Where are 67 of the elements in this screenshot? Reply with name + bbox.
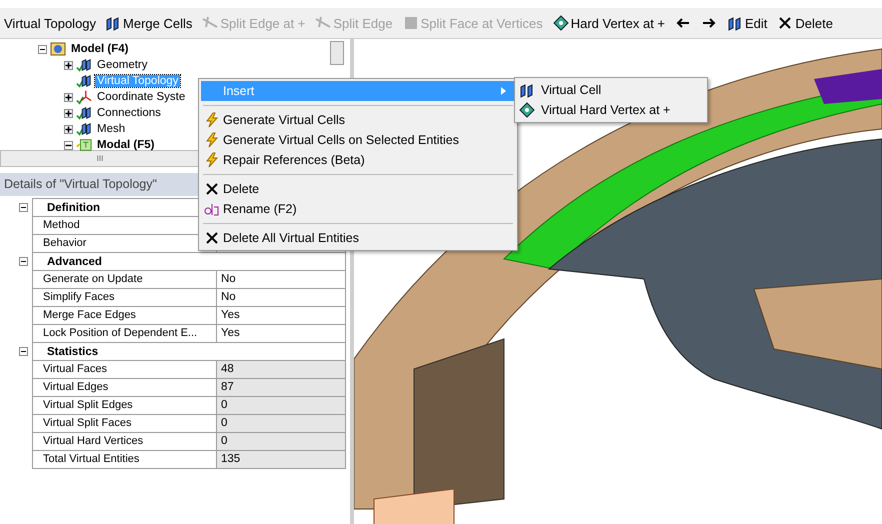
collapse-toggle[interactable] (64, 140, 73, 150)
lightning-icon (204, 152, 220, 168)
cells-icon (727, 15, 744, 31)
tree-item[interactable]: Coordinate Syste (95, 91, 188, 103)
tree-item[interactable]: Geometry (95, 59, 150, 71)
menu-item[interactable]: Virtual Hard Vertex at + (515, 100, 707, 120)
close-icon (204, 230, 220, 246)
checked-part-icon (76, 73, 92, 89)
expand-toggle[interactable] (64, 60, 73, 70)
scroll-grip: III (96, 154, 104, 163)
property-value: 48 (217, 361, 345, 378)
property-value: No (220, 272, 237, 287)
close-icon (204, 181, 220, 197)
toolbar-button[interactable]: Merge Cells (102, 13, 196, 33)
submenu-arrow-icon (501, 87, 507, 95)
property-value: 0 (217, 397, 345, 414)
checked-part-icon (76, 105, 92, 121)
property-label: Merge Face Edges (33, 307, 217, 324)
property-value: No (220, 290, 237, 305)
close-icon (777, 15, 794, 31)
menu-item[interactable]: Generate Virtual Cells on Selected Entities (201, 130, 515, 150)
property-label: Generate on Update (33, 271, 217, 288)
rename-icon (204, 201, 220, 217)
toolbar-title: Virtual Topology (4, 16, 96, 30)
toolbar-button[interactable]: Hard Vertex at + (550, 13, 668, 33)
toolbar-button[interactable]: Edit (724, 13, 770, 33)
checked-part-icon (76, 121, 92, 137)
expand-toggle[interactable] (64, 108, 73, 118)
checked-part-icon (76, 57, 92, 73)
property-label: Lock Position of Dependent E... (33, 325, 217, 342)
collapse-toggle[interactable] (38, 44, 47, 54)
expand-toggle[interactable] (64, 124, 73, 134)
property-value: Yes (220, 308, 241, 323)
tree-item[interactable]: Model (F4) (69, 43, 130, 55)
collapse-toggle[interactable] (19, 257, 28, 266)
tree-item[interactable]: Modal (F5) (95, 139, 156, 151)
horizontal-scrollbar[interactable]: III (0, 150, 200, 167)
diamond-icon (519, 102, 535, 118)
property-value: Yes (220, 326, 241, 341)
lightning-icon (204, 132, 220, 148)
tree-item[interactable]: Connections (95, 107, 163, 119)
section-header: Advanced (46, 256, 102, 268)
tree-item[interactable]: Mesh (95, 123, 128, 135)
section-header: Definition (46, 202, 100, 214)
collapse-toggle[interactable] (19, 203, 28, 212)
scrollbar-thumb[interactable] (330, 41, 344, 65)
cells-icon (519, 82, 535, 98)
face-icon (402, 15, 419, 31)
menu-item[interactable]: Rename (F2) (201, 199, 515, 219)
section-header: Statistics (46, 346, 98, 358)
analysis-icon (76, 137, 92, 153)
cells-icon (105, 15, 122, 31)
property-value: 87 (217, 379, 345, 396)
menu-item[interactable]: Virtual Cell (515, 80, 707, 100)
expand-toggle[interactable] (64, 92, 73, 102)
property-value: 0 (217, 433, 345, 450)
property-value: 0 (217, 415, 345, 432)
cube-icon (50, 41, 66, 57)
diamond-icon (552, 15, 569, 31)
toolbar-button[interactable]: Delete (774, 13, 836, 33)
collapse-toggle[interactable] (19, 347, 28, 356)
property-label: Simplify Faces (33, 289, 217, 306)
lightning-icon (204, 112, 220, 128)
menu-item[interactable]: Repair References (Beta) (201, 150, 515, 170)
menu-item[interactable]: Generate Virtual Cells (201, 110, 515, 130)
property-value: 135 (217, 451, 345, 468)
axes-icon (76, 89, 92, 105)
